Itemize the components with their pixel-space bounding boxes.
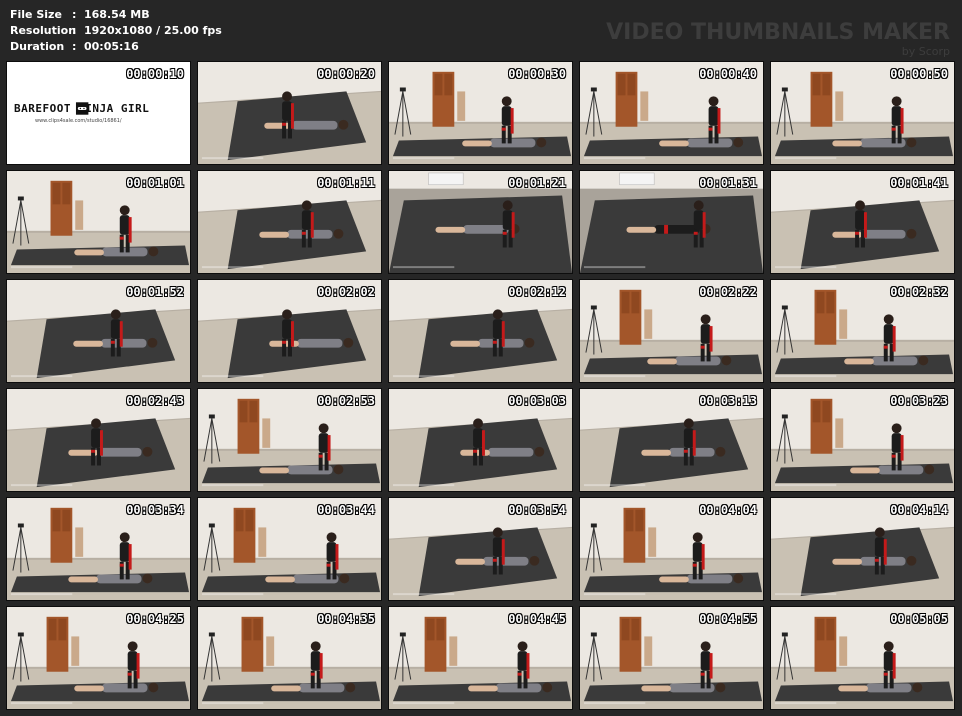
timestamp: 00:03:44 <box>317 503 375 517</box>
thumbnail: 00:05:05 <box>770 606 955 710</box>
timestamp: 00:05:05 <box>890 612 948 626</box>
timestamp: 00:02:12 <box>508 285 566 299</box>
info-value: 1920x1080 / 25.00 fps <box>84 24 222 37</box>
timestamp: 00:03:03 <box>508 394 566 408</box>
thumbnail: 00:04:55 <box>579 606 764 710</box>
info-label: Duration <box>10 40 65 53</box>
thumbnail: 00:04:35 <box>197 606 382 710</box>
thumbnail: 00:01:11 <box>197 170 382 274</box>
timestamp: 00:00:50 <box>890 67 948 81</box>
watermark-title: VIDEO THUMBNAILS MAKER <box>606 20 950 45</box>
thumbnail: 00:01:41 <box>770 170 955 274</box>
thumbnail: 00:02:32 <box>770 279 955 383</box>
thumbnail: 00:03:54 <box>388 497 573 601</box>
timestamp: 00:01:31 <box>699 176 757 190</box>
timestamp: 00:02:53 <box>317 394 375 408</box>
timestamp: 00:02:32 <box>890 285 948 299</box>
timestamp: 00:01:21 <box>508 176 566 190</box>
info-value: 168.54 MB <box>84 8 150 21</box>
thumbnail: 00:03:23 <box>770 388 955 492</box>
timestamp: 00:04:25 <box>126 612 184 626</box>
timestamp: 00:02:43 <box>126 394 184 408</box>
timestamp: 00:03:34 <box>126 503 184 517</box>
timestamp: 00:00:10 <box>126 67 184 81</box>
timestamp: 00:00:40 <box>699 67 757 81</box>
timestamp: 00:03:23 <box>890 394 948 408</box>
thumbnail: 00:04:14 <box>770 497 955 601</box>
thumbnail: 00:02:43 <box>6 388 191 492</box>
info-row-duration: Duration : 00:05:16 <box>10 40 139 53</box>
thumbnail: 00:03:34 <box>6 497 191 601</box>
timestamp: 00:01:41 <box>890 176 948 190</box>
info-value: 00:05:16 <box>84 40 139 53</box>
thumbnail: 00:03:03 <box>388 388 573 492</box>
timestamp: 00:04:14 <box>890 503 948 517</box>
title-card-url: www.clips4sale.com/studio/16861/ <box>35 118 122 124</box>
thumbnail: 00:00:30 <box>388 61 573 165</box>
thumbnail: 00:04:04 <box>579 497 764 601</box>
thumbnail: 00:01:52 <box>6 279 191 383</box>
thumbnail: 00:01:31 <box>579 170 764 274</box>
timestamp: 00:04:35 <box>317 612 375 626</box>
thumbnail-grid: BAREFOOT NINJA GIRL www.clips4sale.com/st… <box>6 61 955 710</box>
thumbnail: 00:04:45 <box>388 606 573 710</box>
watermark: VIDEO THUMBNAILS MAKER by Scorp <box>606 20 950 58</box>
file-info: File Size : 168.54 MB Resolution : 1920x… <box>10 7 222 55</box>
thumbnail: 00:01:21 <box>388 170 573 274</box>
thumbnail: BAREFOOT NINJA GIRL www.clips4sale.com/st… <box>6 61 191 165</box>
thumbnail: 00:02:02 <box>197 279 382 383</box>
info-row-resolution: Resolution : 1920x1080 / 25.00 fps <box>10 24 222 37</box>
timestamp: 00:04:55 <box>699 612 757 626</box>
thumbnail: 00:00:40 <box>579 61 764 165</box>
watermark-by: by Scorp <box>901 45 950 58</box>
thumbnail: 00:04:25 <box>6 606 191 710</box>
thumbnail: 00:00:20 <box>197 61 382 165</box>
thumbnail: 00:02:53 <box>197 388 382 492</box>
info-row-file-size: File Size : 168.54 MB <box>10 8 150 21</box>
thumbnail: 00:03:44 <box>197 497 382 601</box>
thumbnail: 00:02:12 <box>388 279 573 383</box>
thumbnail: 00:02:22 <box>579 279 764 383</box>
thumbnail: 00:03:13 <box>579 388 764 492</box>
timestamp: 00:00:30 <box>508 67 566 81</box>
info-label: Resolution <box>10 24 77 37</box>
timestamp: 00:02:02 <box>317 285 375 299</box>
timestamp: 00:04:45 <box>508 612 566 626</box>
timestamp: 00:01:11 <box>317 176 375 190</box>
info-label: File Size <box>10 8 62 21</box>
timestamp: 00:01:01 <box>126 176 184 190</box>
timestamp: 00:01:52 <box>126 285 184 299</box>
timestamp: 00:04:04 <box>699 503 757 517</box>
title-card-brand: BAREFOOT NINJA GIRL <box>11 102 153 115</box>
thumbnail: 00:01:01 <box>6 170 191 274</box>
thumbnail: 00:00:50 <box>770 61 955 165</box>
timestamp: 00:02:22 <box>699 285 757 299</box>
timestamp: 00:00:20 <box>317 67 375 81</box>
timestamp: 00:03:13 <box>699 394 757 408</box>
timestamp: 00:03:54 <box>508 503 566 517</box>
